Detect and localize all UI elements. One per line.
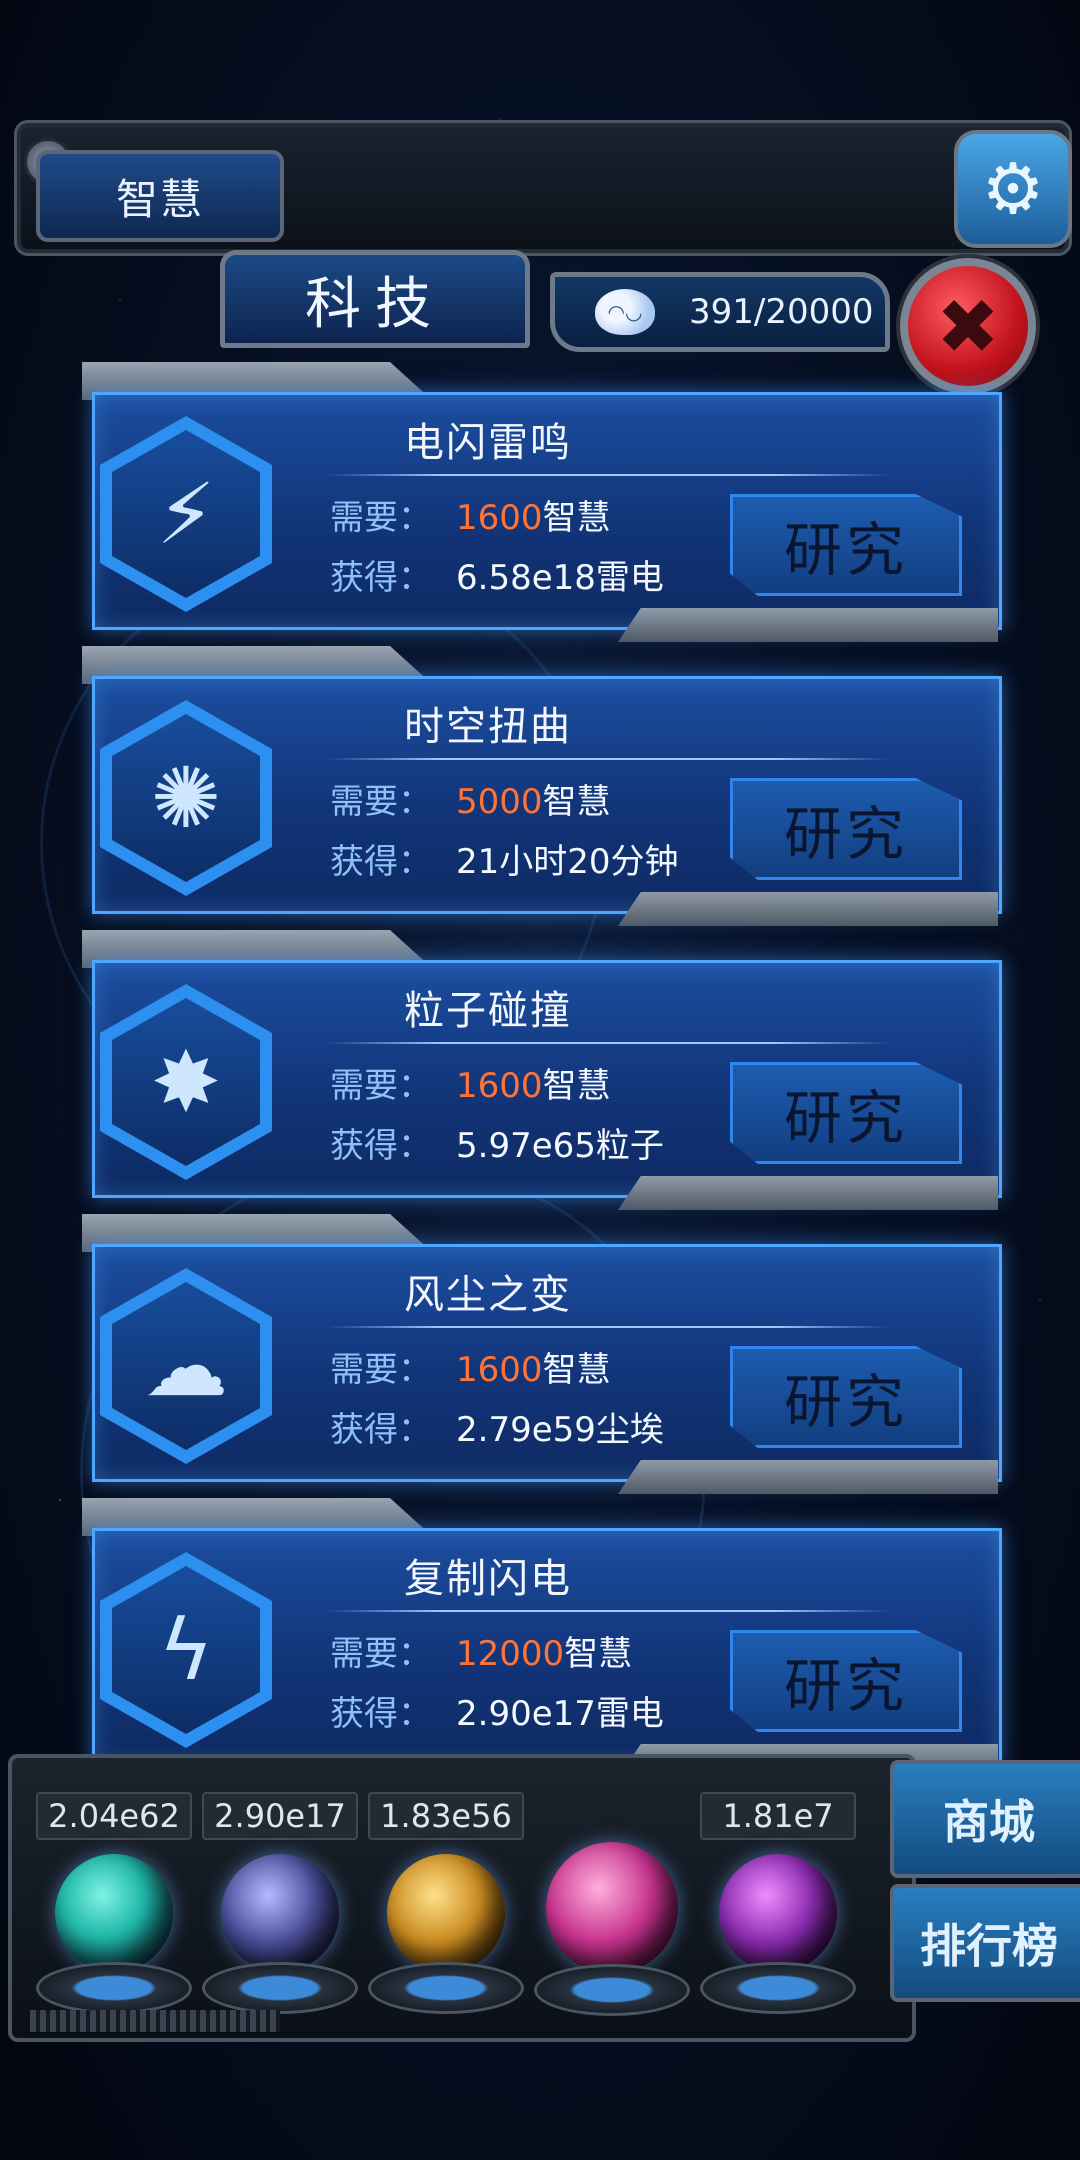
card-foot-decoration xyxy=(618,1460,998,1494)
reward-row: 获得： 5.97e65粒子 xyxy=(330,1126,664,1166)
orb-base xyxy=(202,1962,358,2014)
orb-value: 2.90e17 xyxy=(202,1792,358,1840)
wisdom-tab[interactable]: 智慧 xyxy=(36,150,284,242)
reward-value: 6.58e18雷电 xyxy=(456,558,664,598)
orb-slot[interactable]: 1.81e7 xyxy=(700,1792,856,2014)
gear-icon: ⚙ xyxy=(981,148,1045,230)
cost-row: 需要： 1600智慧 xyxy=(330,1066,611,1106)
close-button[interactable]: ✖ xyxy=(900,258,1036,394)
research-button[interactable]: 研究 xyxy=(730,494,962,596)
reward-value: 5.97e65粒子 xyxy=(456,1126,664,1166)
research-button[interactable]: 研究 xyxy=(730,1346,962,1448)
orb-slot[interactable]: 2.04e62 xyxy=(36,1792,192,2014)
wisdom-counter-text: 391/20000 xyxy=(689,292,874,332)
tech-name: 风尘之变 xyxy=(404,1272,572,1318)
reward-row: 获得： 2.90e17雷电 xyxy=(330,1694,664,1734)
tech-card: ⚡ 电闪雷鸣 需要： 1600智慧 获得： 6.58e18雷电 研究 xyxy=(78,362,1002,662)
cost-row: 需要： 5000智慧 xyxy=(330,782,611,822)
ranking-button[interactable]: 排行榜 xyxy=(890,1884,1080,2002)
cost-value: 1600 xyxy=(456,1350,543,1390)
reward-value: 2.79e59尘埃 xyxy=(456,1410,664,1450)
reward-row: 获得： 21小时20分钟 xyxy=(330,842,679,882)
orb-base xyxy=(36,1962,192,2014)
tech-list: ⚡ 电闪雷鸣 需要： 1600智慧 获得： 6.58e18雷电 研究 ✺ 时空扭曲 … xyxy=(78,362,1002,1798)
cost-value: 1600 xyxy=(456,1066,543,1106)
card-foot-decoration xyxy=(618,1176,998,1210)
mall-button-label: 商城 xyxy=(943,1795,1035,1849)
tech-name: 复制闪电 xyxy=(404,1556,572,1602)
research-button[interactable]: 研究 xyxy=(730,1630,962,1732)
orb-base xyxy=(534,1964,690,2016)
dust-orb-icon xyxy=(387,1854,505,1972)
divider xyxy=(328,1042,888,1044)
divider xyxy=(328,1326,888,1328)
cost-value: 1600 xyxy=(456,498,543,538)
cost-value: 12000 xyxy=(456,1634,565,1674)
reward-value: 21小时20分钟 xyxy=(456,842,679,882)
tech-card: ☁ 风尘之变 需要： 1600智慧 获得： 2.79e59尘埃 研究 xyxy=(78,1214,1002,1514)
tech-name: 时空扭曲 xyxy=(404,704,572,750)
orb-base xyxy=(700,1962,856,2014)
vortex-orb-icon xyxy=(719,1854,837,1972)
divider xyxy=(328,1610,888,1612)
wisdom-counter: ◠◡ 391/20000 xyxy=(550,272,890,352)
tech-card: ✺ 时空扭曲 需要： 5000智慧 获得： 21小时20分钟 研究 xyxy=(78,646,1002,946)
cost-value: 5000 xyxy=(456,782,543,822)
orb-value: 1.81e7 xyxy=(700,1792,856,1840)
lightning-orb-icon xyxy=(221,1854,339,1972)
panel-title: 科技 xyxy=(220,250,530,348)
orb-slot[interactable]: 1.83e56 xyxy=(368,1792,524,2014)
orb-value: 2.04e62 xyxy=(36,1792,192,1840)
vent-grill xyxy=(30,2010,280,2032)
tech-card: ✸ 粒子碰撞 需要： 1600智慧 获得： 5.97e65粒子 研究 xyxy=(78,930,1002,1230)
ranking-button-label: 排行榜 xyxy=(920,1919,1058,1973)
divider xyxy=(328,474,888,476)
cost-row: 需要： 12000智慧 xyxy=(330,1634,633,1674)
tech-name: 电闪雷鸣 xyxy=(404,420,572,466)
reward-row: 获得： 6.58e18雷电 xyxy=(330,558,664,598)
orb-slot[interactable] xyxy=(534,1780,690,2016)
orb-base xyxy=(368,1962,524,2014)
close-icon: ✖ xyxy=(936,281,1000,371)
card-foot-decoration xyxy=(618,892,998,926)
brain-icon: ◠◡ xyxy=(595,289,655,335)
settings-button[interactable]: ⚙ xyxy=(954,130,1072,248)
research-button[interactable]: 研究 xyxy=(730,778,962,880)
particle-orb-icon xyxy=(55,1854,173,1972)
divider xyxy=(328,758,888,760)
cost-row: 需要： 1600智慧 xyxy=(330,1350,611,1390)
orb-value: 1.83e56 xyxy=(368,1792,524,1840)
cost-row: 需要： 1600智慧 xyxy=(330,498,611,538)
wisdom-tab-label: 智慧 xyxy=(115,174,204,224)
panel-title-text: 科技 xyxy=(305,271,445,337)
research-button[interactable]: 研究 xyxy=(730,1062,962,1164)
reward-value: 2.90e17雷电 xyxy=(456,1694,664,1734)
reward-row: 获得： 2.79e59尘埃 xyxy=(330,1410,664,1450)
brain-orb-icon xyxy=(546,1842,678,1974)
orb-slot[interactable]: 2.90e17 xyxy=(202,1792,358,2014)
card-foot-decoration xyxy=(618,608,998,642)
tech-name: 粒子碰撞 xyxy=(404,988,572,1034)
mall-button[interactable]: 商城 xyxy=(890,1760,1080,1878)
